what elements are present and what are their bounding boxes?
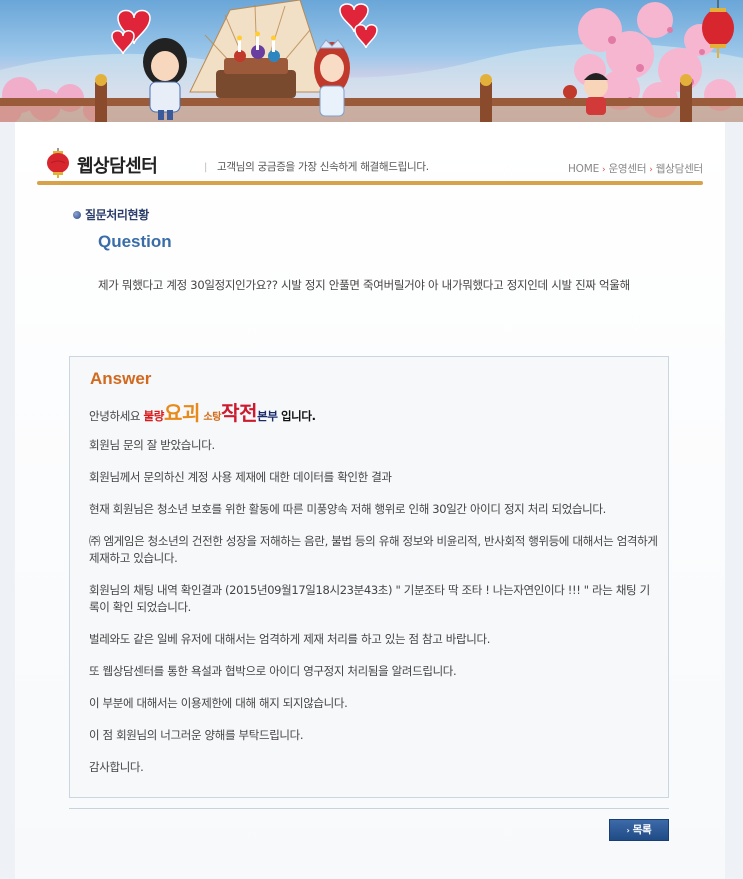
- page-title: 웹상담센터: [77, 156, 158, 177]
- bullet-icon: [73, 211, 81, 219]
- greeting-word-3: 소탕: [203, 412, 222, 423]
- lantern-icon: [47, 148, 69, 178]
- answer-paragraph: 이 부분에 대해서는 이용제한에 대해 해지 되지않습니다.: [89, 696, 348, 710]
- list-button-label: 목록: [632, 824, 652, 836]
- greeting-word-1: 불량: [143, 409, 164, 423]
- section-label-text: 질문처리현황: [85, 208, 149, 222]
- arrow-right-icon: ›: [626, 826, 630, 835]
- greeting-prefix: 안녕하세요: [89, 409, 141, 423]
- answer-paragraph: 벌레와도 같은 일베 유저에 대해서는 엄격하게 제재 처리를 하고 있는 점 …: [89, 632, 491, 646]
- greeting-word-2: 요괴: [163, 401, 201, 425]
- answer-paragraph: 감사합니다.: [89, 760, 144, 774]
- answer-body: 안녕하세요 불량요괴 소탕작전본부 입니다. 회원님 문의 잘 받았습니다. 회…: [89, 397, 659, 791]
- question-heading: Question: [98, 232, 172, 251]
- top-banner: [0, 0, 743, 122]
- answer-heading: Answer: [90, 369, 152, 388]
- section-label: 질문처리현황: [73, 206, 149, 223]
- breadcrumb-arrow-icon: ›: [602, 165, 606, 175]
- breadcrumb-home[interactable]: HOME: [568, 163, 599, 175]
- breadcrumb-current[interactable]: 웹상담센터: [656, 163, 704, 175]
- answer-paragraph: 현재 회원님은 청소년 보호를 위한 활동에 따른 미풍양속 저해 행위로 인해…: [89, 502, 606, 516]
- title-underline: [37, 181, 703, 185]
- list-button[interactable]: › 목록: [609, 819, 669, 841]
- greeting-word-4: 작전: [221, 401, 258, 425]
- page-content: 웹상담센터 | 고객님의 궁금증을 가장 신속하게 해결해드립니다. HOME ›…: [15, 122, 725, 879]
- question-body: 제가 뭐했다고 계정 30일정지인가요?? 시발 정지 안풀면 죽여버릴거야 아…: [98, 278, 630, 292]
- greeting-word-5: 본부: [257, 409, 278, 423]
- answer-paragraph: 회원님의 채팅 내역 확인결과 (2015년09월17일18시23분43초) "…: [89, 583, 650, 614]
- title-bar: 웹상담센터 | 고객님의 궁금증을 가장 신속하게 해결해드립니다. HOME ›…: [37, 144, 703, 185]
- answer-paragraph: 회원님 문의 잘 받았습니다.: [89, 438, 215, 452]
- banner-illustration: [0, 0, 743, 122]
- answer-paragraph: 회원님께서 문의하신 계정 사용 제재에 대한 데이터를 확인한 결과: [89, 470, 392, 484]
- bottom-divider: [69, 808, 669, 809]
- title-separator: |: [204, 162, 208, 173]
- greeting-suffix: 입니다.: [280, 409, 316, 423]
- answer-box: Answer 안녕하세요 불량요괴 소탕작전본부 입니다. 회원님 문의 잘 받…: [69, 356, 669, 798]
- breadcrumb-operations[interactable]: 운영센터: [608, 163, 646, 175]
- answer-greeting: 안녕하세요 불량요괴 소탕작전본부 입니다.: [89, 397, 659, 429]
- answer-paragraph: 이 점 회원님의 너그러운 양해를 부탁드립니다.: [89, 728, 304, 742]
- answer-paragraph: 또 웹상담센터를 통한 욕설과 협박으로 아이디 영구정지 처리됨을 알려드립니…: [89, 664, 457, 678]
- breadcrumb-arrow-icon: ›: [649, 165, 653, 175]
- answer-paragraph: ㈜ 엠게임은 청소년의 건전한 성장을 저해하는 음란, 불법 등의 유해 정보…: [89, 534, 658, 565]
- page-subtitle: 고객님의 궁금증을 가장 신속하게 해결해드립니다.: [217, 161, 429, 173]
- breadcrumb: HOME › 운영센터 › 웹상담센터: [568, 161, 703, 176]
- page-panel: 웹상담센터 | 고객님의 궁금증을 가장 신속하게 해결해드립니다. HOME ›…: [15, 122, 725, 879]
